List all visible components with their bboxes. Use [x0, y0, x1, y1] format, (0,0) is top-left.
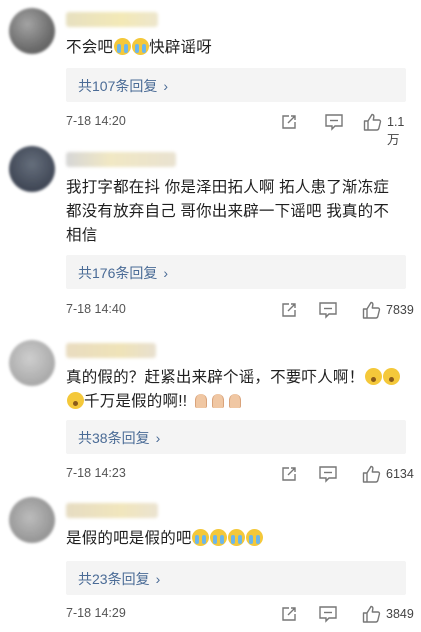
shocked-face-icon	[66, 392, 84, 409]
avatar[interactable]	[9, 8, 55, 54]
share-icon[interactable]	[280, 113, 298, 133]
thumbs-up-icon[interactable]	[362, 465, 381, 485]
comment-meta: 7-18 14:29 3849	[66, 605, 414, 625]
crying-face-icon	[228, 529, 246, 546]
comment-icon[interactable]	[318, 605, 338, 625]
reply-box: 共23条回复 ›	[66, 561, 406, 595]
comment-meta: 7-18 14:20 1.1万	[66, 113, 412, 147]
view-replies-link[interactable]: 共23条回复 ›	[78, 569, 160, 589]
praying-hands-icon	[226, 392, 242, 409]
like-count: 7839	[386, 303, 414, 317]
avatar[interactable]	[9, 497, 55, 543]
like-count: 6134	[386, 467, 414, 481]
comment-text: 真的假的？赶紧出来辟个谣，不要吓人啊！ 千万是假的啊!!	[66, 366, 406, 414]
view-replies-link[interactable]: 共38条回复 ›	[78, 428, 160, 448]
comment-text: 不会吧 快辟谣呀	[66, 36, 406, 60]
username-blurred[interactable]	[66, 152, 176, 167]
timestamp: 7-18 14:20	[66, 114, 126, 128]
thumbs-up-icon[interactable]	[362, 301, 381, 321]
reply-box: 共38条回复 ›	[66, 420, 406, 454]
comment-meta: 7-18 14:40 7839	[66, 301, 414, 321]
comment-text: 我打字都在抖 你是泽田拓人啊 拓人患了渐冻症都没有放弃自己 哥你出来辟一下谣吧 …	[66, 179, 390, 244]
avatar[interactable]	[9, 340, 55, 386]
comment-text-before: 不会吧	[66, 39, 114, 56]
crying-face-icon	[192, 529, 210, 546]
crying-face-icon	[113, 38, 131, 55]
comment-text-after: 快辟谣呀	[149, 39, 212, 56]
praying-hands-icon	[192, 392, 208, 409]
like-count: 1.1万	[387, 115, 405, 147]
comment-text-after: 千万是假的啊!!	[84, 393, 188, 410]
comment-icon[interactable]	[324, 113, 344, 133]
crying-face-icon	[131, 38, 149, 55]
view-replies-link[interactable]: 共176条回复 ›	[78, 263, 168, 283]
chevron-right-icon: ›	[155, 430, 161, 446]
shocked-face-icon	[364, 368, 382, 385]
share-icon[interactable]	[280, 605, 298, 625]
comment-text: 是假的吧是假的吧	[66, 527, 406, 551]
chevron-right-icon: ›	[155, 571, 161, 587]
like-count: 3849	[386, 607, 414, 621]
comment-icon[interactable]	[318, 301, 338, 321]
shocked-face-icon	[382, 368, 400, 385]
thumbs-up-icon[interactable]	[363, 113, 382, 133]
reply-box: 共107条回复 ›	[66, 68, 406, 102]
praying-hands-icon	[209, 392, 225, 409]
username-blurred[interactable]	[66, 12, 158, 27]
chevron-right-icon: ›	[163, 78, 169, 94]
share-icon[interactable]	[280, 465, 298, 485]
crying-face-icon	[210, 529, 228, 546]
reply-box: 共176条回复 ›	[66, 255, 406, 289]
chevron-right-icon: ›	[163, 265, 169, 281]
thumbs-up-icon[interactable]	[362, 605, 381, 625]
comment-text-before: 是假的吧是假的吧	[66, 530, 192, 547]
username-blurred[interactable]	[66, 343, 156, 358]
comment-meta: 7-18 14:23 6134	[66, 465, 414, 485]
timestamp: 7-18 14:29	[66, 606, 126, 620]
timestamp: 7-18 14:23	[66, 466, 126, 480]
avatar[interactable]	[9, 146, 55, 192]
share-icon[interactable]	[280, 301, 298, 321]
username-blurred[interactable]	[66, 503, 158, 518]
view-replies-link[interactable]: 共107条回复 ›	[78, 76, 168, 96]
crying-face-icon	[246, 529, 264, 546]
timestamp: 7-18 14:40	[66, 302, 126, 316]
comment-icon[interactable]	[318, 465, 338, 485]
comment-text-before: 真的假的？赶紧出来辟个谣，不要吓人啊！	[66, 369, 365, 386]
